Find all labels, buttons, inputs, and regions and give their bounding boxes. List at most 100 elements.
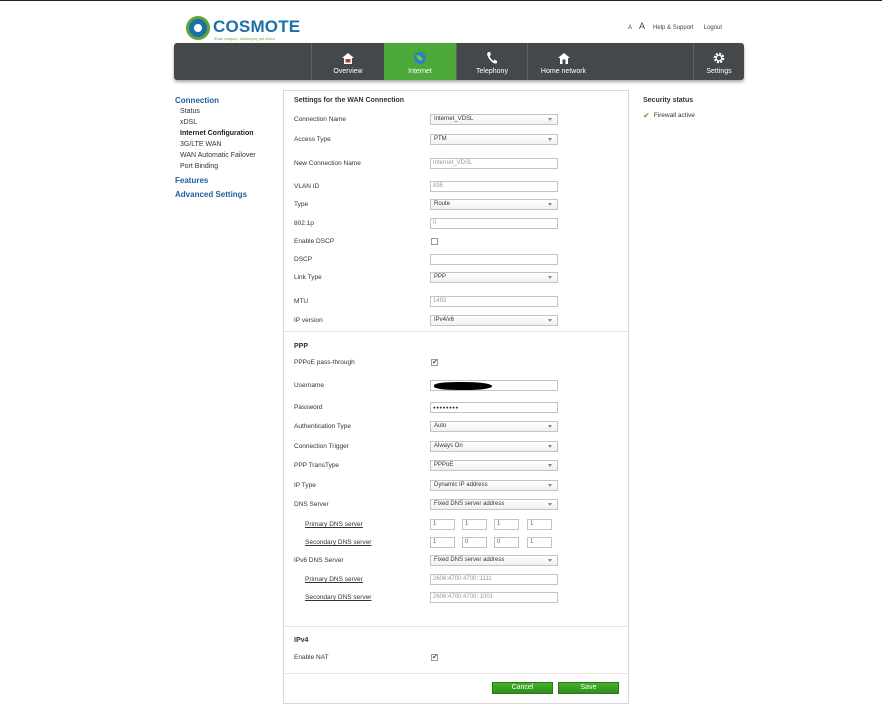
cosmote-logo[interactable]: COSMOTE Ένας κόσμος, καλύτερος για όλους bbox=[186, 16, 306, 44]
nav-overview[interactable]: Overview bbox=[311, 43, 384, 80]
sidebar: Connection Status xDSL Internet Configur… bbox=[175, 96, 275, 199]
wan-settings-panel: Settings for the WAN Connection Connecti… bbox=[283, 90, 629, 704]
ip-type-select[interactable]: Dynamic IP address bbox=[430, 480, 558, 491]
nav-telephony-label: Telephony bbox=[476, 68, 508, 75]
ipv6-dns-server-row: IPv6 DNS Server Fixed DNS server address bbox=[294, 555, 624, 567]
logout-link[interactable]: Logout bbox=[704, 25, 722, 31]
phone-icon bbox=[485, 51, 499, 65]
enable-dscp-checkbox[interactable] bbox=[431, 238, 438, 245]
primary-dns-row: Primary DNS server 1 1 1 1 bbox=[294, 519, 624, 531]
password-input[interactable]: ●●●●●●●● bbox=[430, 402, 558, 413]
connection-trigger-select[interactable]: Always On bbox=[430, 441, 558, 452]
nav-settings[interactable]: Settings bbox=[693, 43, 744, 80]
nav-home-network[interactable]: Home network bbox=[527, 43, 599, 80]
nav-internet[interactable]: Internet bbox=[384, 43, 456, 80]
vlan-id-input[interactable]: 835 bbox=[430, 181, 558, 192]
ipv6-dns-server-label: IPv6 DNS Server bbox=[294, 557, 344, 564]
top-border bbox=[0, 0, 882, 1]
gear-icon bbox=[712, 51, 726, 65]
primary-dns6-label[interactable]: Primary DNS server bbox=[305, 576, 363, 583]
dscp-input[interactable] bbox=[430, 254, 558, 265]
link-type-label: Link Type bbox=[294, 274, 322, 281]
section-divider bbox=[284, 626, 628, 627]
ipv6-dns-server-select[interactable]: Fixed DNS server address bbox=[430, 555, 558, 566]
primary-dns-octet-4[interactable]: 1 bbox=[527, 519, 552, 530]
secondary-dns-octet-3[interactable]: 0 bbox=[494, 537, 519, 548]
new-connection-name-row: New Connection Name Internet_VDSL bbox=[294, 158, 624, 170]
password-row: Password ●●●●●●●● bbox=[294, 402, 624, 414]
nav-internet-label: Internet bbox=[408, 68, 432, 75]
top-links: A A Help & Support Logout bbox=[628, 21, 722, 31]
secondary-dns-octet-1[interactable]: 1 bbox=[430, 537, 455, 548]
pppoe-passthrough-label: PPPoE pass-through bbox=[294, 359, 355, 366]
pppoe-passthrough-row: PPPoE pass-through ✔ bbox=[294, 357, 624, 369]
enable-nat-row: Enable NAT ✔ bbox=[294, 652, 624, 664]
p8021-row: 802.1p 0 bbox=[294, 218, 624, 230]
nav-overview-label: Overview bbox=[333, 68, 363, 75]
secondary-dns-row: Secondary DNS server 1 0 0 1 bbox=[294, 537, 624, 549]
primary-dns6-input[interactable]: 2606:4700:4700::1111 bbox=[430, 574, 558, 585]
sidebar-features[interactable]: Features bbox=[175, 176, 275, 185]
secondary-dns6-row: Secondary DNS server 2606:4700:4700::100… bbox=[294, 592, 624, 604]
sidebar-item-port-binding[interactable]: Port Binding bbox=[175, 161, 275, 172]
font-size-small-button[interactable]: A bbox=[628, 25, 632, 31]
ip-version-select[interactable]: IPv4/v6 bbox=[430, 315, 558, 326]
connection-name-row: Connection Name Internet_VDSL bbox=[294, 114, 624, 126]
sidebar-item-status[interactable]: Status bbox=[175, 106, 275, 117]
firewall-status-label: Firewall active bbox=[653, 112, 695, 119]
type-label: Type bbox=[294, 201, 309, 208]
cancel-button[interactable]: Cancel bbox=[492, 682, 553, 694]
primary-dns-octet-3[interactable]: 1 bbox=[494, 519, 519, 530]
auth-type-select[interactable]: Auto bbox=[430, 421, 558, 432]
security-status-box: Security status ✔ Firewall active bbox=[643, 97, 763, 120]
main-nav: Overview Internet Telephony Home network… bbox=[174, 43, 744, 80]
secondary-dns6-input[interactable]: 2606:4700:4700::1001 bbox=[430, 592, 558, 603]
link-type-row: Link Type PPP bbox=[294, 272, 624, 284]
mtu-label: MTU bbox=[294, 298, 309, 305]
enable-dscp-label: Enable DSCP bbox=[294, 238, 335, 245]
secondary-dns-label[interactable]: Secondary DNS server bbox=[305, 539, 371, 546]
link-type-select[interactable]: PPP bbox=[430, 272, 558, 283]
type-select[interactable]: Route bbox=[430, 199, 558, 210]
connection-name-label: Connection Name bbox=[294, 116, 347, 123]
dns-server-label: DNS Server bbox=[294, 501, 329, 508]
dns-server-select[interactable]: Fixed DNS server address bbox=[430, 499, 558, 510]
secondary-dns-octet-2[interactable]: 0 bbox=[462, 537, 487, 548]
nav-telephony[interactable]: Telephony bbox=[456, 43, 527, 80]
enable-nat-checkbox[interactable]: ✔ bbox=[431, 654, 438, 661]
redaction-mark bbox=[434, 382, 492, 390]
dscp-label: DSCP bbox=[294, 256, 313, 263]
p8021-input[interactable]: 0 bbox=[430, 218, 558, 229]
secondary-dns6-label[interactable]: Secondary DNS server bbox=[305, 594, 371, 601]
sidebar-item-internet-configuration[interactable]: Internet Configuration bbox=[175, 128, 275, 139]
sidebar-item-3g-lte-wan[interactable]: 3G/LTE WAN bbox=[175, 139, 275, 150]
network-house-icon bbox=[557, 51, 571, 65]
sidebar-item-wan-automatic-failover[interactable]: WAN Automatic Failover bbox=[175, 150, 275, 161]
ip-type-row: IP Type Dynamic IP address bbox=[294, 480, 624, 492]
ppp-transtype-select[interactable]: PPPoE bbox=[430, 460, 558, 471]
secondary-dns-octet-4[interactable]: 1 bbox=[527, 537, 552, 548]
vlan-id-row: VLAN ID 835 bbox=[294, 181, 624, 193]
dscp-row: DSCP bbox=[294, 254, 624, 266]
save-button[interactable]: Save bbox=[558, 682, 619, 694]
connection-name-select[interactable]: Internet_VDSL bbox=[430, 114, 558, 125]
sidebar-connection[interactable]: Connection bbox=[175, 96, 275, 105]
username-input[interactable] bbox=[430, 380, 558, 391]
ipv4-section-title: IPv4 bbox=[294, 637, 309, 644]
access-type-select[interactable]: PTM bbox=[430, 134, 558, 145]
ppp-section-title: PPP bbox=[294, 343, 309, 350]
connection-trigger-row: Connection Trigger Always On bbox=[294, 441, 624, 453]
primary-dns-octet-1[interactable]: 1 bbox=[430, 519, 455, 530]
primary-dns-octet-2[interactable]: 1 bbox=[462, 519, 487, 530]
primary-dns6-row: Primary DNS server 2606:4700:4700::1111 bbox=[294, 574, 624, 586]
section-divider bbox=[284, 331, 628, 332]
sidebar-advanced-settings[interactable]: Advanced Settings bbox=[175, 190, 275, 199]
help-support-link[interactable]: Help & Support bbox=[653, 25, 694, 31]
pppoe-passthrough-checkbox[interactable]: ✔ bbox=[431, 359, 438, 366]
font-size-large-button[interactable]: A bbox=[639, 21, 645, 31]
mtu-input[interactable]: 1492 bbox=[430, 296, 558, 307]
brand-name: COSMOTE bbox=[213, 17, 301, 36]
new-connection-name-input[interactable]: Internet_VDSL bbox=[430, 158, 558, 169]
sidebar-item-xdsl[interactable]: xDSL bbox=[175, 117, 275, 128]
primary-dns-label[interactable]: Primary DNS server bbox=[305, 521, 363, 528]
